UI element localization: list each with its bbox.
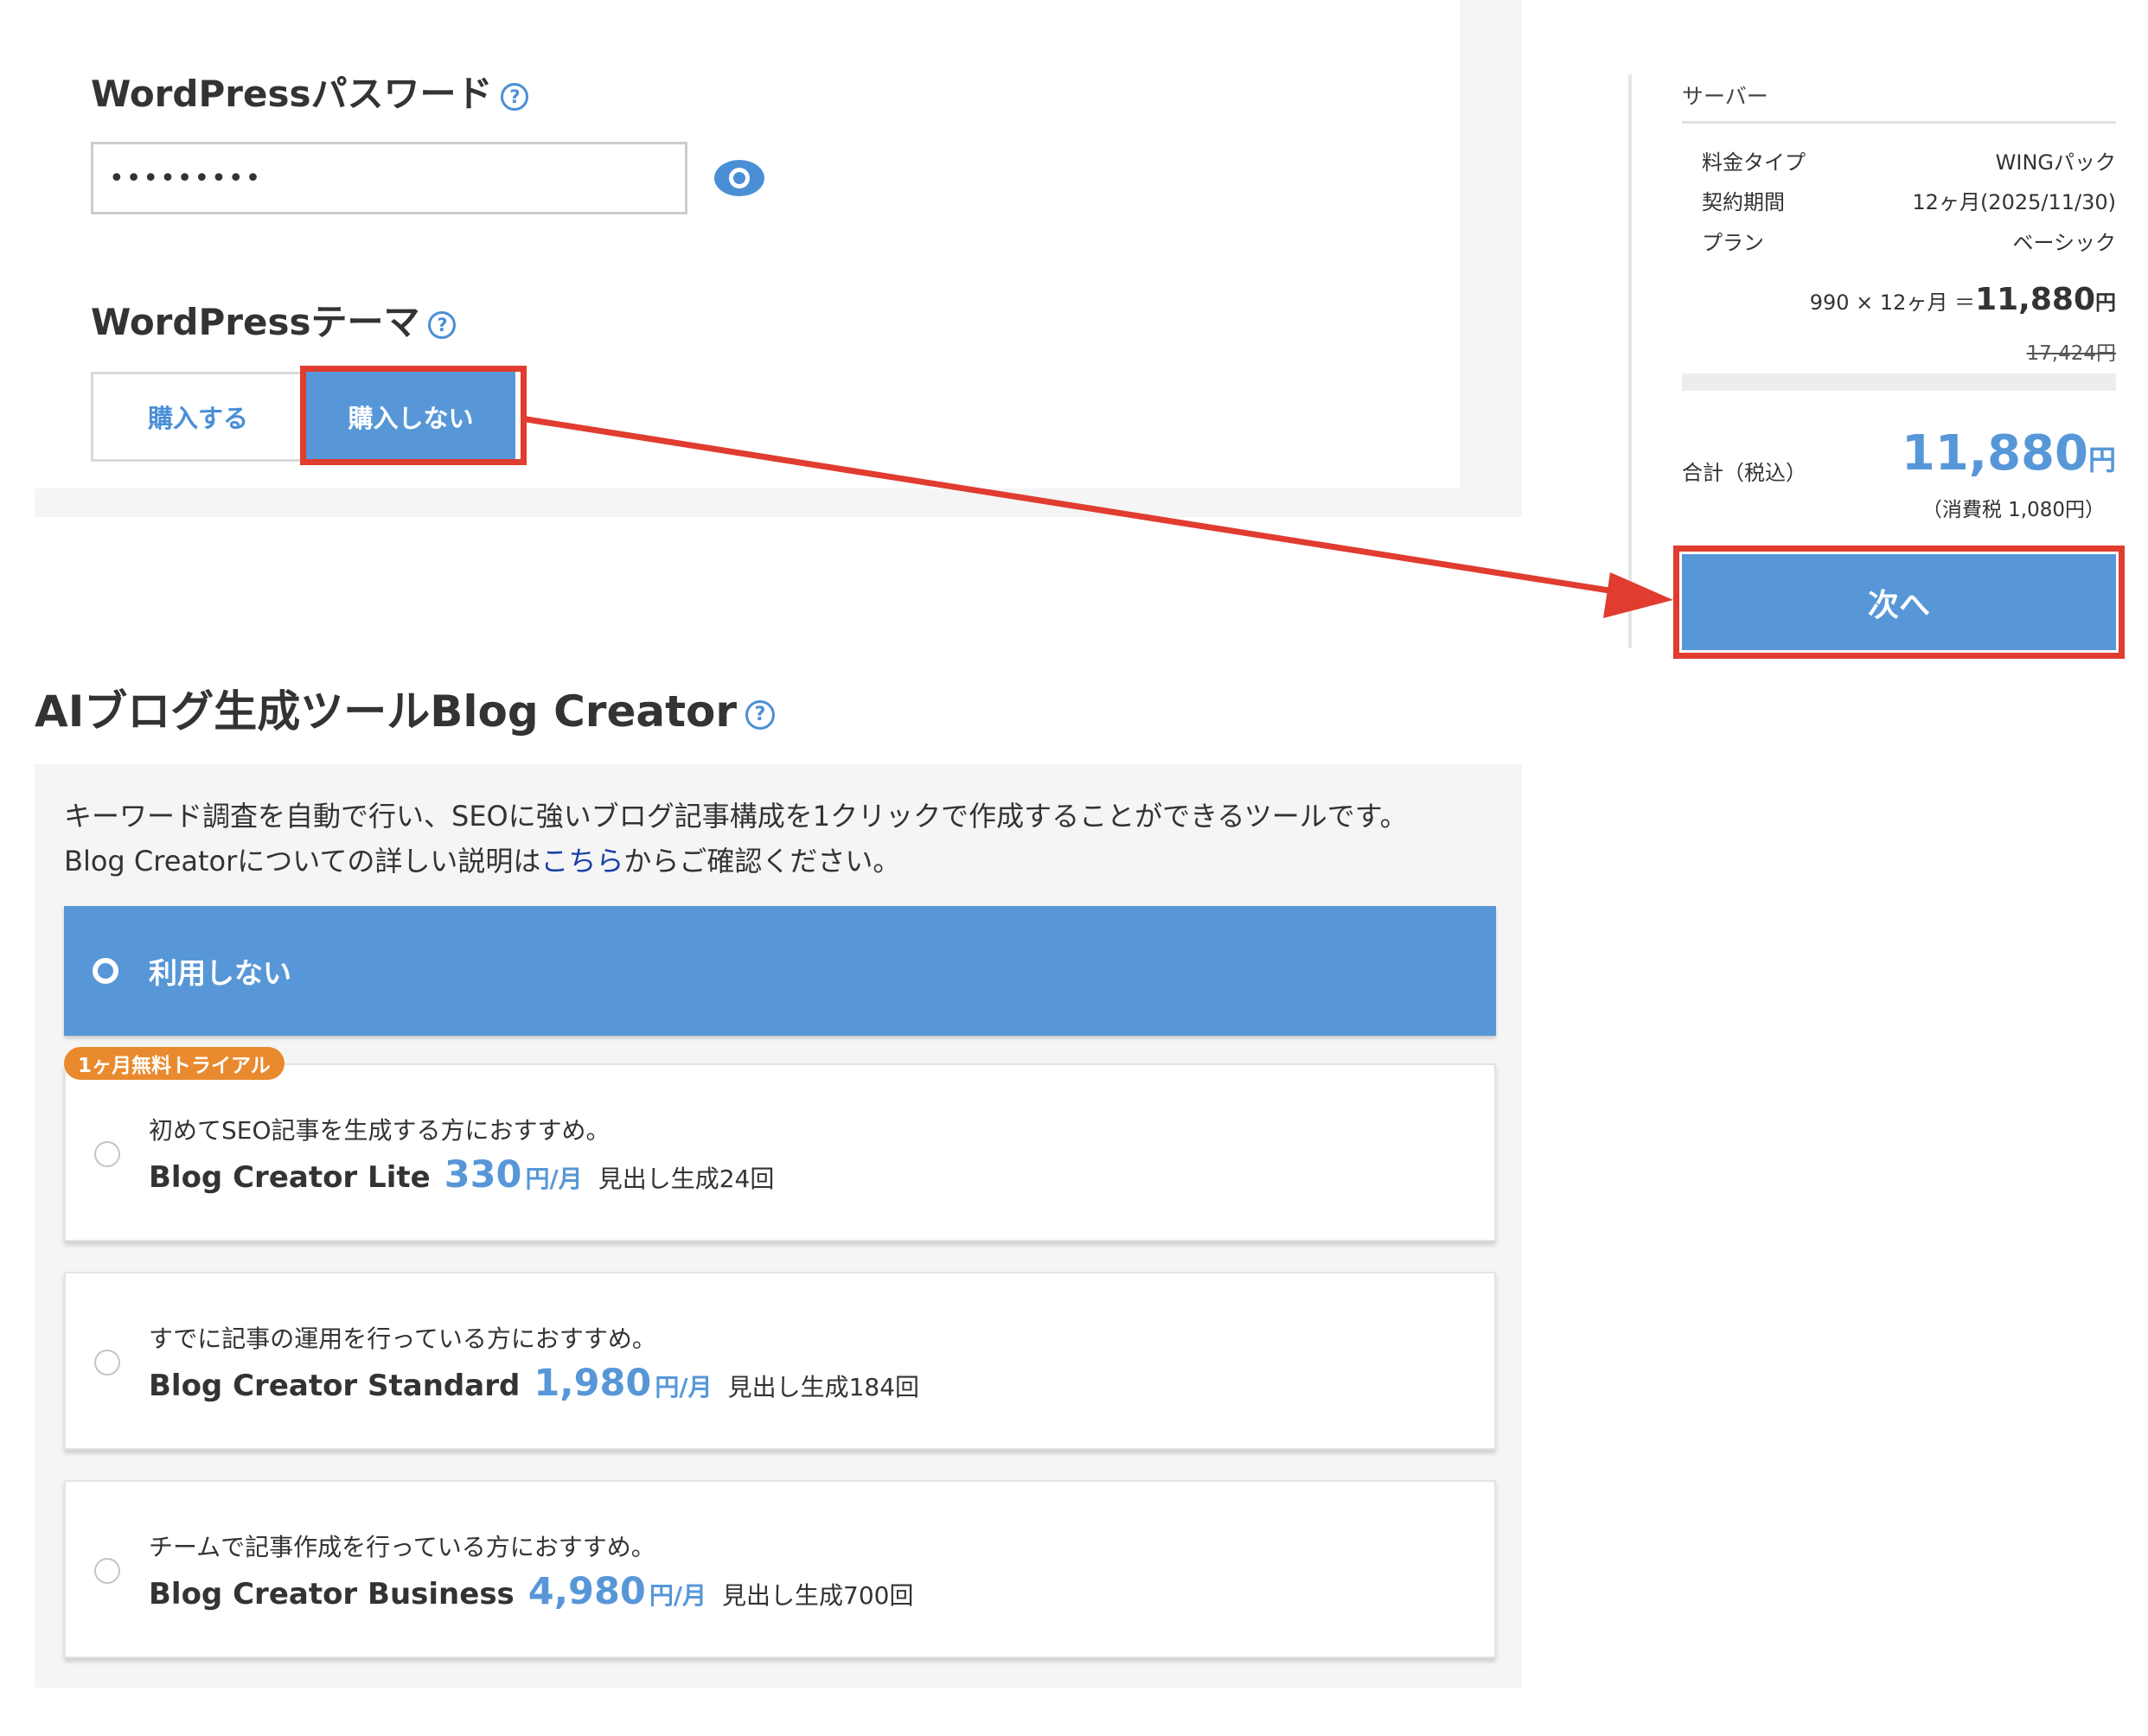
blog-creator-heading: AIブログ生成ツールBlog Creator? <box>35 690 776 733</box>
option-label: 利用しない <box>149 956 291 990</box>
yen-unit: 円 <box>2087 444 2116 476</box>
plan-recommendation: すでに記事の運用を行っている方におすすめ。 <box>149 1324 656 1353</box>
radio-icon[interactable] <box>94 1350 120 1375</box>
help-icon[interactable]: ? <box>428 310 457 339</box>
original-price: 17,424円 <box>2026 342 2116 365</box>
total-label: 合計（税込） <box>1682 461 1806 485</box>
plan-name: Blog Creator Business <box>149 1577 515 1612</box>
help-icon[interactable]: ? <box>501 82 529 111</box>
tax-note: （消費税 1,080円） <box>1921 499 2105 521</box>
eye-icon[interactable] <box>713 158 765 198</box>
radio-icon[interactable] <box>94 1558 120 1584</box>
summary-band <box>1682 373 2116 391</box>
blog-creator-title: AIブログ生成ツールBlog Creator <box>35 686 738 737</box>
yen-unit: 円 <box>2095 290 2116 315</box>
plan-price: 1,980 <box>534 1362 652 1405</box>
plan-heading-count: 見出し生成700回 <box>722 1581 914 1610</box>
details-link[interactable]: こちら <box>540 845 623 878</box>
calc-prefix: 990 × 12ヶ月 ＝ <box>1809 290 1976 315</box>
calc-total: 11,880 <box>1975 282 2095 317</box>
plan-heading-count: 見出し生成184回 <box>727 1373 920 1401</box>
plan-option-lite[interactable]: 初めてSEO記事を生成する方におすすめ。 Blog Creator Lite 3… <box>64 1063 1496 1241</box>
summary-row-plan: プラン ベーシック <box>1702 226 2116 256</box>
description-line: Blog Creatorについての詳しい説明はこちらからご確認ください。 <box>64 839 1408 884</box>
free-trial-badge: 1ヶ月無料トライアル <box>64 1047 284 1080</box>
plan-price: 4,980 <box>527 1570 646 1613</box>
plan-recommendation: チームで記事作成を行っている方におすすめ。 <box>149 1533 655 1561</box>
next-button[interactable]: 次へ <box>1682 554 2116 650</box>
plan-price-unit: 円/月 <box>649 1581 707 1610</box>
summary-row-fee-type: 料金タイプ WINGパック <box>1702 145 2116 176</box>
wordpress-theme-heading: WordPressテーマ? <box>91 301 457 343</box>
wordpress-password-label: WordPressパスワード <box>91 73 493 115</box>
plan-name: Blog Creator Standard <box>149 1369 521 1403</box>
summary-row-value: 12ヶ月(2025/11/30) <box>1912 190 2116 214</box>
summary-divider <box>1628 74 1632 648</box>
plan-recommendation: 初めてSEO記事を生成する方におすすめ。 <box>149 1116 611 1145</box>
plan-price-unit: 円/月 <box>525 1165 583 1193</box>
plan-detail: Blog Creator Lite 330 円/月 見出し生成24回 <box>149 1153 774 1197</box>
summary-row-value: ベーシック <box>2012 231 2116 255</box>
server-divider <box>1682 121 2116 124</box>
option-do-not-use[interactable]: 利用しない <box>64 906 1496 1036</box>
plan-price-unit: 円/月 <box>655 1373 713 1401</box>
total-amount: 11,880 <box>1901 425 2088 482</box>
radio-selected-icon[interactable] <box>93 958 118 984</box>
radio-icon[interactable] <box>94 1141 120 1167</box>
plan-detail: Blog Creator Business 4,980 円/月 見出し生成700… <box>149 1570 914 1613</box>
theme-no-buy-button[interactable]: 購入しない <box>306 372 515 462</box>
description-text: Blog Creatorについての詳しい説明は <box>64 845 541 878</box>
plan-detail: Blog Creator Standard 1,980 円/月 見出し生成184… <box>149 1362 919 1405</box>
description-text: からご確認ください。 <box>623 845 901 878</box>
wordpress-theme-label: WordPressテーマ <box>91 301 420 343</box>
plan-name: Blog Creator Lite <box>149 1160 431 1195</box>
description-line: キーワード調査を自動で行い、SEOに強いブログ記事構成を1クリックで作成すること… <box>64 800 1408 833</box>
wordpress-password-input[interactable] <box>91 142 687 214</box>
wordpress-password-heading: WordPressパスワード? <box>91 73 529 115</box>
summary-row-label: 料金タイプ <box>1702 150 1806 175</box>
theme-buy-button[interactable]: 購入する <box>91 372 303 462</box>
summary-row-value: WINGパック <box>1995 150 2116 175</box>
plan-option-standard[interactable]: すでに記事の運用を行っている方におすすめ。 Blog Creator Stand… <box>64 1272 1496 1450</box>
summary-row-contract-period: 契約期間 12ヶ月(2025/11/30) <box>1702 185 2116 215</box>
blog-creator-description: キーワード調査を自動で行い、SEOに強いブログ記事構成を1クリックで作成すること… <box>64 794 1408 884</box>
plan-price: 330 <box>444 1153 522 1197</box>
help-icon[interactable]: ? <box>745 699 776 730</box>
plan-heading-count: 見出し生成24回 <box>598 1165 775 1193</box>
summary-row-label: 契約期間 <box>1702 190 1785 214</box>
total-price: 11,880円 <box>1902 425 2116 482</box>
price-calculation: 990 × 12ヶ月 ＝11,880円 <box>1810 282 2116 317</box>
server-label: サーバー <box>1682 84 1768 109</box>
plan-option-business[interactable]: チームで記事作成を行っている方におすすめ。 Blog Creator Busin… <box>64 1480 1496 1658</box>
summary-row-label: プラン <box>1702 231 1764 255</box>
